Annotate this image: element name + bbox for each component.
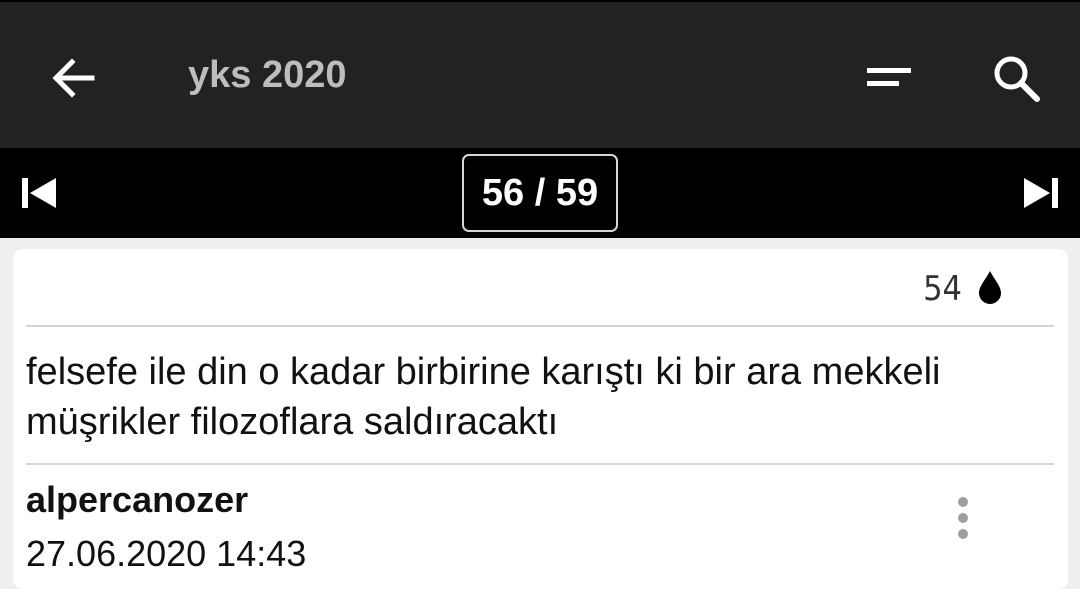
page-indicator[interactable]: 56 / 59 xyxy=(462,154,618,232)
entry-card: 54 felsefe ile din o kadar birbirine kar… xyxy=(13,249,1068,589)
sort-icon xyxy=(867,68,911,86)
page-title: yks 2020 xyxy=(188,54,347,96)
back-button[interactable] xyxy=(40,44,108,112)
divider xyxy=(26,463,1054,465)
more-vertical-icon xyxy=(958,497,968,539)
entry-text: felsefe ile din o kadar birbirine karışt… xyxy=(26,351,941,443)
author-name[interactable]: alpercanozer xyxy=(26,479,248,521)
favorite-area[interactable]: 54 xyxy=(923,269,962,309)
search-icon xyxy=(994,56,1040,102)
drop-icon[interactable] xyxy=(975,269,1005,305)
skip-last-icon xyxy=(1024,178,1058,208)
app-bar: yks 2020 xyxy=(0,0,1080,148)
pagination-bar: 56 / 59 xyxy=(0,148,1080,238)
favorite-count: 54 xyxy=(923,269,962,309)
arrow-left-icon xyxy=(52,58,95,98)
skip-first-icon xyxy=(22,178,56,208)
last-page-button[interactable] xyxy=(1012,166,1068,220)
entry-date: 27.06.2020 14:43 xyxy=(26,533,307,574)
more-options-button[interactable] xyxy=(943,497,983,553)
first-page-button[interactable] xyxy=(12,166,68,220)
divider xyxy=(26,325,1054,327)
sort-button[interactable] xyxy=(852,44,928,112)
search-button[interactable] xyxy=(978,44,1054,112)
